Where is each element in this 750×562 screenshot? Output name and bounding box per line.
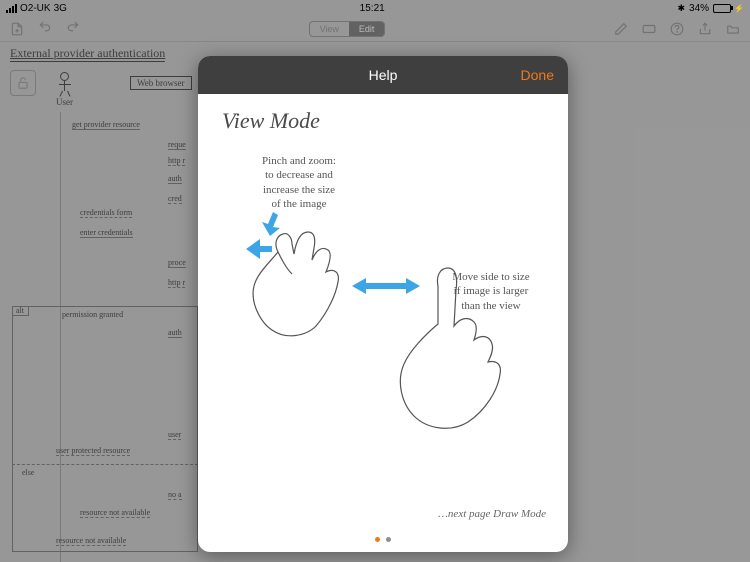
status-right: ✱ 34% ⚡ (677, 3, 744, 14)
pinch-gesture-illustration (220, 194, 350, 349)
carrier-label: O2-UK (20, 3, 51, 14)
page-dot-1[interactable] (375, 537, 380, 542)
battery-icon: ⚡ (713, 4, 744, 13)
page-indicator[interactable] (198, 537, 568, 542)
signal-icon (6, 4, 17, 13)
modal-body[interactable]: View Mode Pinch and zoom: to decrease an… (198, 94, 568, 552)
bluetooth-icon: ✱ (677, 3, 685, 14)
page-heading: View Mode (222, 108, 548, 134)
network-label: 3G (54, 3, 67, 14)
modal-title: Help (198, 67, 568, 83)
status-left: O2-UK 3G (6, 3, 67, 14)
pan-caption: Move side to size if image is larger tha… (436, 270, 546, 313)
help-modal: Help Done View Mode Pinch and zoom: to d… (198, 56, 568, 552)
done-button[interactable]: Done (521, 67, 554, 83)
battery-percent: 34% (689, 3, 709, 14)
modal-header: Help Done (198, 56, 568, 94)
status-bar: O2-UK 3G 15:21 ✱ 34% ⚡ (0, 0, 750, 16)
page-dot-2[interactable] (386, 537, 391, 542)
status-time: 15:21 (360, 3, 385, 14)
next-page-hint: …next page Draw Mode (438, 508, 546, 520)
